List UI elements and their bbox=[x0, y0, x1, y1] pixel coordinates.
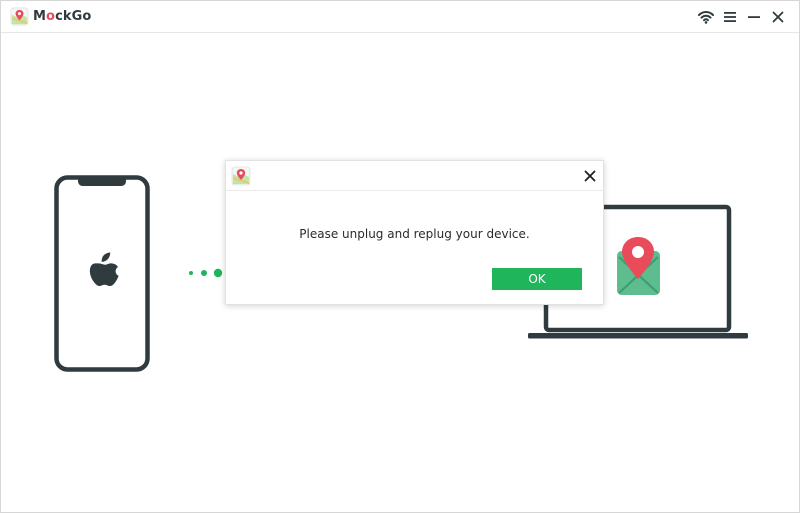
ok-button[interactable]: OK bbox=[492, 268, 582, 290]
menu-icon[interactable] bbox=[721, 8, 739, 26]
app-title: MockGo bbox=[33, 9, 92, 24]
close-icon[interactable] bbox=[582, 168, 598, 184]
title-bar: MockGo bbox=[1, 1, 799, 33]
replug-dialog: Please unplug and replug your device. OK bbox=[225, 160, 604, 305]
dialog-header bbox=[226, 161, 603, 191]
wifi-icon[interactable] bbox=[697, 8, 715, 26]
close-window-icon[interactable] bbox=[769, 8, 787, 26]
minimize-icon[interactable] bbox=[745, 8, 763, 26]
iphone-apple-icon bbox=[54, 175, 150, 372]
window-controls bbox=[697, 8, 787, 26]
app-logo-icon bbox=[231, 166, 251, 186]
app-logo-icon bbox=[10, 7, 29, 26]
dialog-message: Please unplug and replug your device. bbox=[299, 227, 530, 241]
